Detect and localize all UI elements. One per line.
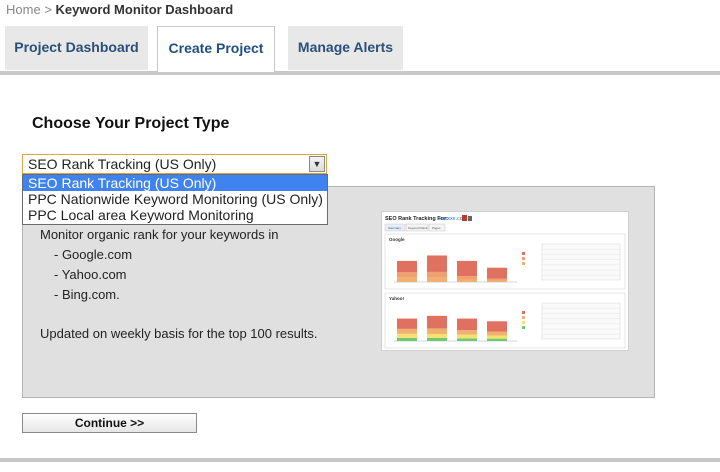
preview-bar-segment (487, 278, 507, 281)
project-type-dropdown: SEO Rank Tracking (US Only) PPC Nationwi… (22, 174, 328, 225)
engine-google: - Google.com (54, 247, 133, 262)
option-ppc-local[interactable]: PPC Local area Keyword Monitoring (23, 207, 327, 223)
preview-legend-swatch (522, 262, 525, 265)
page-title: Choose Your Project Type (32, 115, 230, 132)
chevron-down-icon[interactable]: ▼ (309, 156, 325, 172)
breadcrumb: Home > Keyword Monitor Dashboard (6, 2, 233, 17)
preview-bar-segment (457, 279, 477, 282)
footer-divider (0, 458, 720, 462)
preview-legend-swatch (522, 316, 525, 319)
preview-screenshot: SEO Rank Tracking For: xxxxxx.com Summar… (381, 211, 629, 351)
preview-bar-segment (427, 337, 447, 341)
preview-bar-segment (487, 331, 507, 336)
preview-bar-segment (487, 321, 507, 332)
preview-bar-segment (457, 334, 477, 339)
preview-bar-segment (397, 337, 417, 341)
breadcrumb-home-link[interactable]: Home (6, 2, 41, 17)
preview-bar-segment (457, 276, 477, 280)
breadcrumb-separator: > (44, 2, 52, 17)
update-note: Updated on weekly basis for the top 100 … (40, 326, 318, 341)
project-type-select-value: SEO Rank Tracking (US Only) (28, 156, 217, 172)
preview-bar-segment (427, 271, 447, 278)
preview-bar-segment (427, 255, 447, 272)
preview-bar-segment (427, 328, 447, 334)
preview-bar-segment (457, 330, 477, 335)
preview-bar-segment (427, 277, 447, 282)
tab-create-project[interactable]: Create Project (157, 26, 275, 72)
preview-google-label: Google (389, 237, 405, 242)
preview-bar-segment (427, 315, 447, 329)
preview-bar-segment (487, 267, 507, 279)
option-seo-rank-tracking[interactable]: SEO Rank Tracking (US Only) (23, 175, 327, 191)
continue-button[interactable]: Continue >> (22, 413, 197, 433)
tab-manage-alerts[interactable]: Manage Alerts (288, 26, 403, 70)
preview-chart: SEO Rank Tracking For: xxxxxx.com Summar… (384, 215, 626, 349)
preview-bar-segment (397, 328, 417, 334)
engine-yahoo: - Yahoo.com (54, 267, 127, 282)
preview-legend-swatch (522, 311, 525, 314)
engine-bing: - Bing.com. (54, 287, 120, 302)
pdf-icon (462, 215, 467, 221)
preview-bar-segment (397, 260, 417, 273)
description-lead: Monitor organic rank for your keywords i… (40, 227, 279, 242)
tab-divider (0, 71, 720, 75)
preview-legend-swatch (522, 321, 525, 324)
preview-bar-segment (457, 318, 477, 331)
preview-bar-segment (397, 333, 417, 338)
preview-tab-summary-label: Summary (388, 226, 401, 230)
preview-tab-pages-label: Pages (432, 226, 441, 230)
preview-bar-segment (487, 338, 507, 341)
preview-bar-segment (397, 272, 417, 278)
preview-tab-keyword-label: Keyword Rank (408, 226, 428, 230)
project-type-select[interactable]: SEO Rank Tracking (US Only) ▼ (22, 154, 327, 174)
breadcrumb-current: Keyword Monitor Dashboard (55, 2, 234, 17)
preview-bar-segment (487, 280, 507, 282)
preview-bar-segment (457, 338, 477, 341)
preview-bar-segment (397, 277, 417, 282)
print-icon (468, 216, 472, 221)
preview-bar-segment (487, 335, 507, 339)
preview-bar-segment (457, 260, 477, 277)
preview-legend-swatch (522, 252, 525, 255)
preview-legend-swatch (522, 257, 525, 260)
option-ppc-nationwide[interactable]: PPC Nationwide Keyword Monitoring (US On… (23, 191, 327, 207)
tab-project-dashboard[interactable]: Project Dashboard (5, 26, 148, 70)
tab-bar: Project Dashboard Create Project Manage … (0, 26, 720, 72)
preview-legend-swatch (522, 326, 525, 329)
preview-bar-segment (427, 333, 447, 338)
preview-yahoo-label: Yahoo! (389, 296, 405, 301)
preview-bar-segment (397, 318, 417, 329)
